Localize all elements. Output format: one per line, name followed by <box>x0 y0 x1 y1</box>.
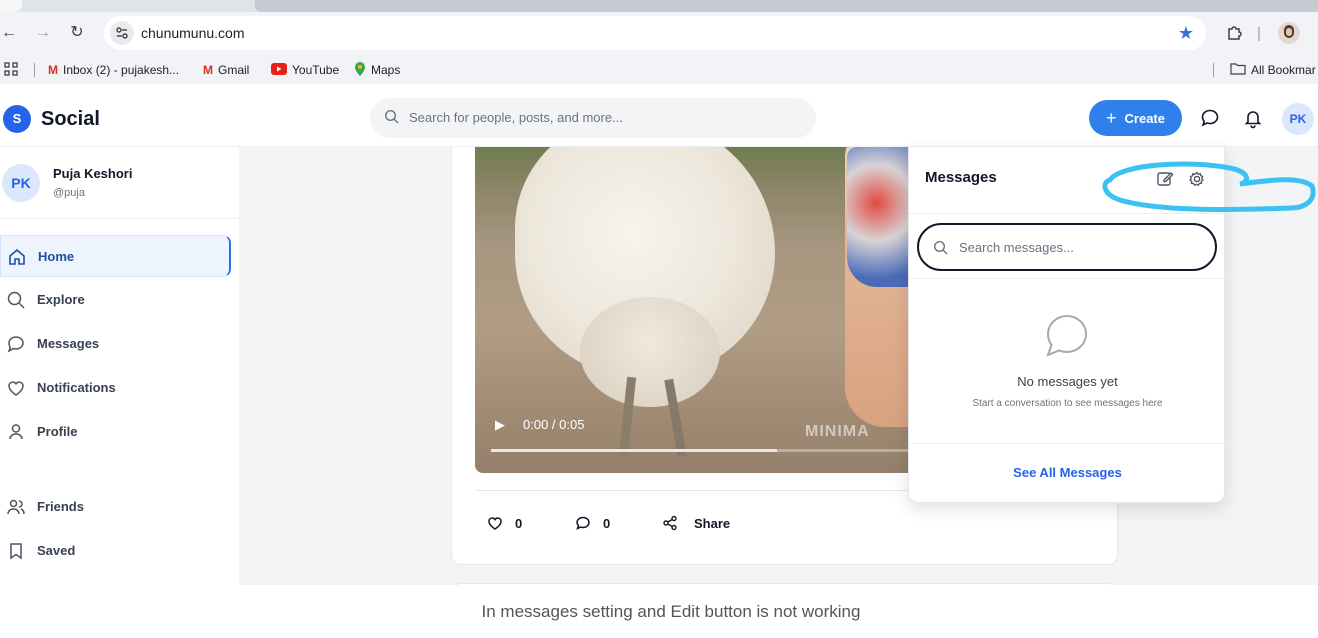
apps-grid-icon[interactable] <box>4 56 18 84</box>
play-icon[interactable]: ▶ <box>495 417 505 433</box>
bookmark-label: Inbox (2) - pujakesh... <box>63 63 180 77</box>
url-text: chunumunu.com <box>141 25 245 41</box>
app-header: S Social Search for people, posts, and m… <box>0 90 1318 147</box>
browser-toolbar: ← → ↻ chunumunu.com ★ | <box>0 12 1318 56</box>
profile-handle: @puja <box>53 187 85 199</box>
back-arrow-icon[interactable]: ← <box>0 21 20 45</box>
site-settings-icon[interactable] <box>110 21 134 45</box>
sidebar-item-messages[interactable]: Messages <box>0 323 231 365</box>
next-post-card <box>451 583 1118 585</box>
sidebar-item-saved[interactable]: Saved <box>0 530 231 572</box>
bookmark-label: Gmail <box>218 63 250 77</box>
sidebar-item-profile[interactable]: Profile <box>0 411 231 453</box>
reload-icon[interactable]: ↻ <box>66 21 88 45</box>
plus-icon: + <box>1106 108 1117 128</box>
search-icon <box>384 109 399 124</box>
search-icon <box>933 240 948 255</box>
create-button[interactable]: + Create <box>1089 100 1182 136</box>
chat-bubble-icon <box>1046 314 1088 357</box>
address-bar[interactable]: chunumunu.com ★ <box>104 16 1206 50</box>
chat-icon[interactable] <box>1198 106 1222 130</box>
sidebar-item-home[interactable]: Home <box>0 235 231 277</box>
chat-icon <box>7 336 24 353</box>
heart-icon <box>8 381 24 396</box>
bookmark-star-icon[interactable]: ★ <box>1178 16 1194 50</box>
sidebar-profile[interactable]: PK Puja Keshori @puja <box>0 147 239 219</box>
bookmark-inbox[interactable]: M Inbox (2) - pujakesh... <box>48 56 179 84</box>
empty-state-subtitle: Start a conversation to see messages her… <box>972 398 1163 409</box>
sidebar: PK Puja Keshori @puja Home Explore Messa… <box>0 147 239 585</box>
browser-tab-strip <box>0 0 1318 12</box>
comment-button[interactable]: 0 <box>575 491 610 557</box>
global-search-input[interactable]: Search for people, posts, and more... <box>370 98 816 138</box>
see-all-messages-link[interactable]: See All Messages <box>909 444 1226 502</box>
app-name[interactable]: Social <box>41 104 100 134</box>
annotation-highlight <box>1102 161 1316 213</box>
video-progress-fill <box>491 449 777 452</box>
sidebar-item-label: Notifications <box>37 380 116 395</box>
heart-icon <box>488 517 502 530</box>
bookmark-maps[interactable]: Maps <box>354 56 400 84</box>
share-icon <box>663 515 677 531</box>
sidebar-item-explore[interactable]: Explore <box>0 279 231 321</box>
video-progress-bar[interactable] <box>491 449 931 452</box>
gmail-icon: M <box>203 63 213 77</box>
bookmark-label: Maps <box>371 63 401 77</box>
all-bookmarks[interactable]: All Bookmar <box>1230 56 1316 84</box>
chrome-profile-avatar[interactable] <box>1278 22 1300 44</box>
home-icon <box>9 248 25 265</box>
sidebar-item-label: Explore <box>37 292 85 307</box>
forward-arrow-icon[interactable]: → <box>32 21 54 45</box>
maps-icon <box>354 56 366 84</box>
create-label: Create <box>1124 111 1165 126</box>
post-video[interactable]: ▶ 0:00 / 0:05 MINIMA <box>475 147 945 473</box>
share-button[interactable]: Share <box>662 491 730 557</box>
browser-tab[interactable] <box>0 0 22 12</box>
sidebar-item-label: Friends <box>37 499 84 514</box>
sidebar-item-label: Saved <box>37 543 76 558</box>
comment-icon <box>576 516 590 530</box>
like-button[interactable]: 0 <box>487 491 522 557</box>
bookmarks-separator <box>34 63 35 77</box>
user-icon <box>9 424 23 440</box>
extensions-icon[interactable] <box>1226 12 1244 56</box>
logo-badge[interactable]: S <box>3 105 31 133</box>
youtube-icon <box>271 56 287 84</box>
messages-search-input[interactable] <box>959 235 1199 259</box>
share-label: Share <box>694 516 731 531</box>
panel-divider <box>909 278 1226 279</box>
like-count: 0 <box>515 516 523 531</box>
search-icon <box>7 291 25 309</box>
empty-state-title: No messages yet <box>1017 374 1118 389</box>
user-avatar[interactable]: PK <box>1282 103 1314 135</box>
users-icon <box>7 499 25 515</box>
bookmark-gmail[interactable]: M Gmail <box>203 56 249 84</box>
bookmarks-separator <box>1213 63 1214 77</box>
bookmark-icon <box>10 543 22 560</box>
sidebar-item-label: Profile <box>37 424 78 439</box>
folder-icon <box>1230 56 1246 84</box>
video-watermark: MINIMA <box>805 423 870 440</box>
toolbar-divider: | <box>1257 25 1261 42</box>
profile-name: Puja Keshori <box>53 166 133 181</box>
browser-tab-active[interactable] <box>255 0 1318 12</box>
gmail-icon: M <box>48 63 58 77</box>
sidebar-item-notifications[interactable]: Notifications <box>0 367 231 409</box>
search-placeholder: Search for people, posts, and more... <box>409 110 623 125</box>
comment-count: 0 <box>603 516 611 531</box>
bell-icon[interactable] <box>1241 106 1265 130</box>
video-frame-chicken-body <box>580 297 720 407</box>
video-time: 0:00 / 0:05 <box>523 417 585 432</box>
bookmark-label: YouTube <box>292 63 340 77</box>
messages-search-field[interactable] <box>917 223 1217 271</box>
messages-title: Messages <box>925 169 997 186</box>
bookmarks-bar: M Inbox (2) - pujakesh... M Gmail YouTube … <box>0 56 1318 84</box>
avatar: PK <box>2 164 40 202</box>
all-bookmarks-label: All Bookmar <box>1251 63 1316 77</box>
sidebar-item-label: Home <box>38 249 75 264</box>
screenshot-caption: In messages setting and Edit button is n… <box>481 602 861 621</box>
sidebar-item-friends[interactable]: Friends <box>0 486 231 528</box>
bookmark-youtube[interactable]: YouTube <box>271 56 339 84</box>
sidebar-item-label: Messages <box>37 336 100 351</box>
